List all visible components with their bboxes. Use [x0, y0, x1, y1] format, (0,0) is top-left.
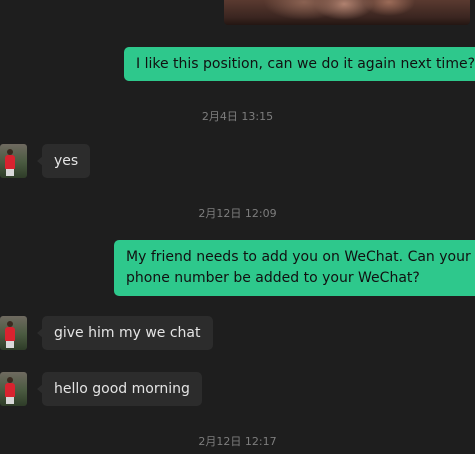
contact-avatar[interactable]	[0, 144, 27, 178]
message-timestamp: 2月12日 12:09	[198, 207, 277, 220]
message-timestamp: 2月12日 12:17	[198, 435, 277, 448]
incoming-message-bubble[interactable]: yes	[36, 144, 91, 178]
message-text-line: My friend needs to add you on WeChat. Ca…	[126, 249, 471, 265]
chat-message-area: I like this position, can we do it again…	[0, 0, 475, 454]
contact-avatar[interactable]	[0, 372, 27, 406]
message-text-line: phone number be added to your WeChat?	[126, 270, 420, 286]
message-text: hello good morning	[54, 381, 190, 397]
outgoing-message-bubble[interactable]: I like this position, can we do it again…	[124, 47, 475, 81]
message-timestamp: 2月4日 13:15	[201, 110, 274, 123]
message-text: yes	[54, 153, 79, 169]
image-message-thumbnail[interactable]	[224, 0, 470, 25]
incoming-message-bubble[interactable]: give him my we chat	[37, 316, 213, 350]
message-text: give him my we chat	[54, 325, 201, 341]
outgoing-message-bubble[interactable]: My friend needs to add you on WeChat. Ca…	[114, 240, 475, 296]
incoming-message-bubble[interactable]: hello good morning	[37, 372, 202, 406]
message-text: I like this position, can we do it again…	[136, 56, 475, 72]
contact-avatar[interactable]	[0, 316, 27, 350]
